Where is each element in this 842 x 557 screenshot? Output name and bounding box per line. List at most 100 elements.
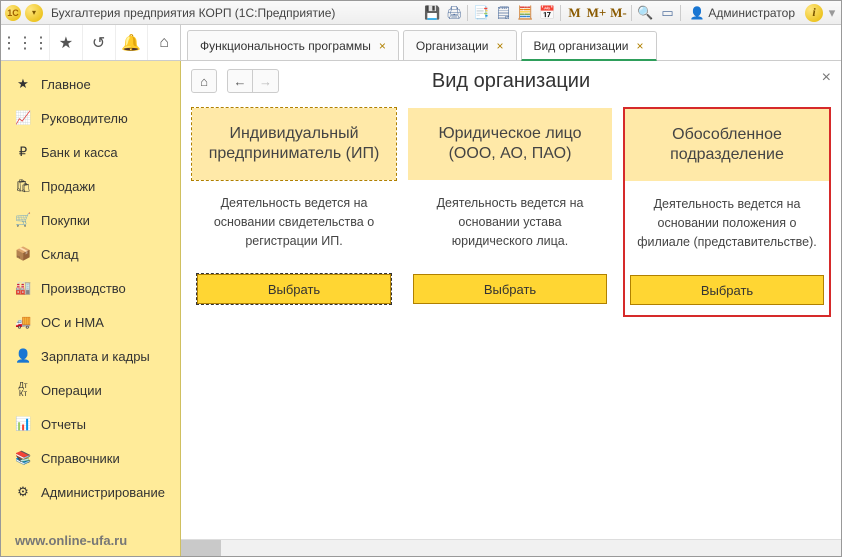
gear-icon: ⚙ [15,484,31,500]
tab-label: Функциональность программы [200,39,371,53]
tab-label: Вид организации [534,39,629,53]
apps-grid-icon[interactable]: ⋮⋮⋮ [1,25,50,60]
app-logo-icon: 1С [5,5,21,21]
card-title: Обособленное подразделение [633,125,821,165]
content: ⌂ ← → Вид организации × Индивидуальный п… [181,61,841,556]
memory-m-button[interactable]: M [563,2,585,24]
sidebar-item-payroll[interactable]: 👤 Зарплата и кадры [1,339,180,373]
zoom-icon[interactable]: 🔍 [634,2,656,24]
save-icon[interactable]: 💾 [421,2,443,24]
sidebar-item-production[interactable]: 🏭 Производство [1,271,180,305]
sidebar-item-label: Банк и касса [41,145,118,160]
card-head: Обособленное подразделение [625,109,829,181]
sidebar-item-label: Справочники [41,451,120,466]
box-icon: 📦 [15,246,31,262]
back-button[interactable]: ← [227,69,253,93]
info-icon[interactable]: i [805,4,823,22]
sidebar-item-label: ОС и НМА [41,315,104,330]
sidebar-item-operations[interactable]: Дт КтОперации [1,373,180,407]
sidebar-item-manager[interactable]: 📈 Руководителю [1,101,180,135]
card-desc: Деятельность ведется на основании положе… [625,181,829,271]
nav-list: ★ Главное 📈 Руководителю ₽Банк и касса 🛍Пр… [1,61,180,525]
window-icon[interactable]: ▭ [656,2,678,24]
titlebar: 1С ▾ Бухгалтерия предприятия КОРП (1С:Пр… [1,1,841,25]
sidebar-item-admin[interactable]: ⚙ Администрирование [1,475,180,509]
tab-functionality[interactable]: Функциональность программы × [187,30,399,60]
forward-button[interactable]: → [253,69,279,93]
tab-org-type[interactable]: Вид организации × [521,31,657,61]
select-button[interactable]: Выбрать [413,274,607,304]
clipboard-icon[interactable]: 🗒 [492,2,514,24]
sidebar-item-warehouse[interactable]: 📦Склад [1,237,180,271]
close-icon[interactable]: × [497,39,504,53]
tabs: Функциональность программы × Организации… [181,25,659,60]
page-close-icon[interactable]: × [822,69,831,87]
print-icon[interactable]: 🖨 [443,2,465,24]
person-icon: 👤 [15,348,31,364]
main: ★ Главное 📈 Руководителю ₽Банк и касса 🛍Пр… [1,61,841,556]
page-title: Вид организации [181,70,841,93]
toolbar: ⋮⋮⋮ ★ ↺ 🔔 ⌂ Функциональность программы ×… [1,25,841,61]
card-title: Индивидуальный предприниматель (ИП) [200,124,388,164]
card-legal-entity: Юридическое лицо (ООО, АО, ПАО) Деятельн… [407,107,613,317]
tab-organizations[interactable]: Организации × [403,30,517,60]
memory-mminus-button[interactable]: M- [607,2,629,24]
content-header: ⌂ ← → Вид организации × [181,61,841,101]
card-individual: Индивидуальный предприниматель (ИП) Деят… [191,107,397,317]
sidebar-item-sales[interactable]: 🛍Продажи [1,169,180,203]
sidebar-item-label: Администрирование [41,485,165,500]
sidebar-item-assets[interactable]: 🚚 ОС и НМА [1,305,180,339]
card-desc: Деятельность ведется на основании свидет… [192,180,396,270]
sidebar-item-purchases[interactable]: 🛒Покупки [1,203,180,237]
card-separate-division: Обособленное подразделение Деятельность … [623,107,831,317]
memory-mplus-button[interactable]: M+ [585,2,607,24]
truck-icon: 🚚 [15,314,31,330]
favorites-icon[interactable]: ★ [50,25,83,60]
card-head: Юридическое лицо (ООО, АО, ПАО) [408,108,612,180]
card-title: Юридическое лицо (ООО, АО, ПАО) [416,124,604,164]
user-icon: 👤 [689,6,704,20]
sidebar-item-reports[interactable]: 📊 Отчеты [1,407,180,441]
horizontal-scrollbar[interactable] [181,539,841,556]
user-menu[interactable]: 👤 Администратор [683,6,801,20]
card-head: Индивидуальный предприниматель (ИП) [192,108,396,180]
sidebar-item-catalogs[interactable]: 📚 Справочники [1,441,180,475]
close-icon[interactable]: × [636,39,643,53]
calculator-icon[interactable]: 🧮 [514,2,536,24]
window-title: Бухгалтерия предприятия КОРП (1С:Предпри… [51,6,335,20]
org-type-cards: Индивидуальный предприниматель (ИП) Деят… [181,101,841,327]
select-button[interactable]: Выбрать [197,274,391,304]
chart-icon: 📈 [15,110,31,126]
sidebar-item-label: Отчеты [41,417,86,432]
footer-link: www.online-ufa.ru [1,525,180,556]
books-icon: 📚 [15,450,31,466]
close-icon[interactable]: × [379,39,386,53]
select-button[interactable]: Выбрать [630,275,824,305]
sidebar-item-label: Зарплата и кадры [41,349,150,364]
sidebar-item-label: Руководителю [41,111,128,126]
sidebar: ★ Главное 📈 Руководителю ₽Банк и касса 🛍Пр… [1,61,181,556]
home-button[interactable]: ⌂ [191,69,217,93]
tab-label: Организации [416,39,489,53]
sidebar-item-bank[interactable]: ₽Банк и касса [1,135,180,169]
history-icon[interactable]: ↺ [83,25,116,60]
card-desc: Деятельность ведется на основании устава… [408,180,612,270]
sidebar-item-label: Покупки [41,213,90,228]
compare-icon[interactable]: 📑 [470,2,492,24]
sidebar-item-main[interactable]: ★ Главное [1,67,180,101]
info-dropdown-icon[interactable]: ▾ [827,2,837,24]
toolbar-left: ⋮⋮⋮ ★ ↺ 🔔 ⌂ [1,25,181,60]
notifications-icon[interactable]: 🔔 [116,25,149,60]
app-menu-dropdown[interactable]: ▾ [25,4,43,22]
sidebar-item-label: Главное [41,77,91,92]
scrollbar-thumb[interactable] [181,540,221,556]
bars-icon: 📊 [15,416,31,432]
factory-icon: 🏭 [15,280,31,296]
calendar-icon[interactable]: 📅 [536,2,558,24]
sidebar-item-label: Продажи [41,179,95,194]
star-icon: ★ [15,76,31,92]
sidebar-item-label: Производство [41,281,126,296]
user-label: Администратор [708,6,795,20]
home-icon[interactable]: ⌂ [148,25,180,60]
dtkt-icon: Дт Кт [15,382,31,398]
